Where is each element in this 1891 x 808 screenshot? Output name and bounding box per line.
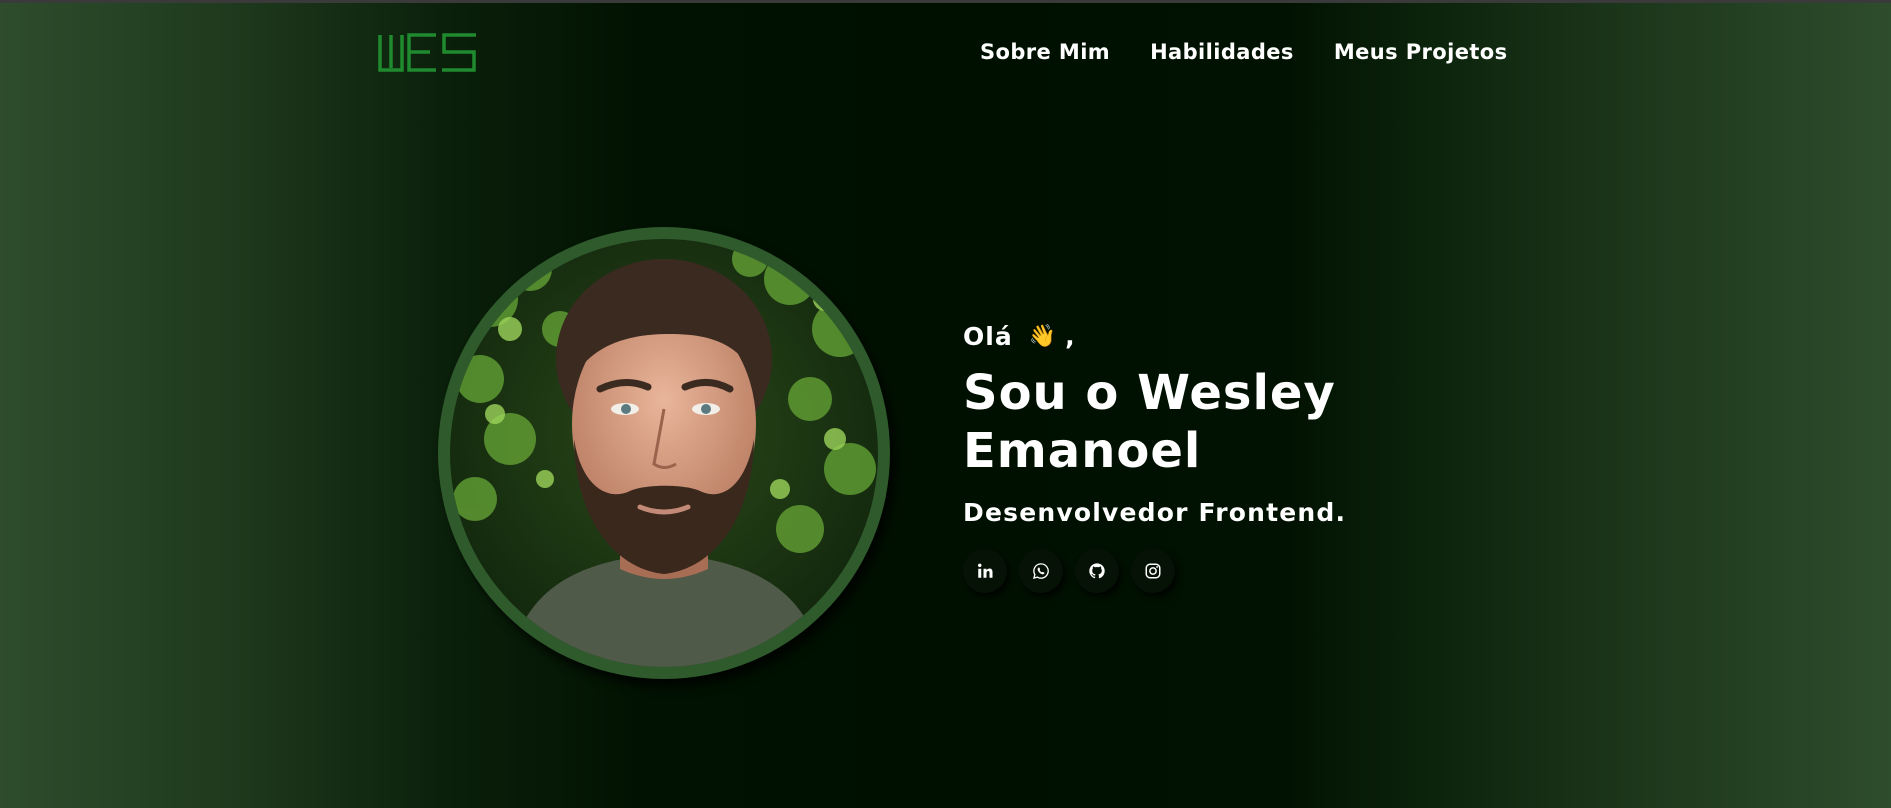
hero-title-line1: Sou o Wesley <box>963 365 1336 421</box>
github-icon <box>1089 563 1105 579</box>
profile-photo-illustration <box>450 239 878 667</box>
site-header: Sobre Mim Habilidades Meus Projetos <box>0 0 1891 110</box>
hero-subtitle: Desenvolvedor Frontend. <box>963 498 1347 527</box>
linkedin-button[interactable] <box>963 549 1007 593</box>
logo[interactable] <box>378 32 478 74</box>
social-links <box>963 549 1523 593</box>
nav-meus-projetos[interactable]: Meus Projetos <box>1334 40 1508 64</box>
instagram-icon <box>1145 563 1161 579</box>
waving-hand-icon: 👋 <box>1028 323 1058 349</box>
profile-photo <box>450 239 878 667</box>
main-nav: Sobre Mim Habilidades Meus Projetos <box>980 40 1508 64</box>
whatsapp-button[interactable] <box>1019 549 1063 593</box>
instagram-button[interactable] <box>1131 549 1175 593</box>
hero-section: Olá 👋 , Sou o Wesley Emanoel Desenvolved… <box>963 318 1523 593</box>
logo-icon <box>378 33 476 72</box>
profile-photo-ring <box>438 227 890 679</box>
linkedin-icon <box>978 563 993 578</box>
nav-sobre-mim[interactable]: Sobre Mim <box>980 40 1110 64</box>
whatsapp-icon <box>1033 563 1049 579</box>
github-button[interactable] <box>1075 549 1119 593</box>
greeting: Olá 👋 , <box>963 318 1523 354</box>
nav-habilidades[interactable]: Habilidades <box>1150 40 1294 64</box>
hero-title-line2: Emanoel <box>963 423 1202 479</box>
greeting-text: Olá <box>963 321 1013 351</box>
hero-title: Sou o Wesley Emanoel <box>963 364 1523 480</box>
greeting-suffix: , <box>1065 321 1076 351</box>
